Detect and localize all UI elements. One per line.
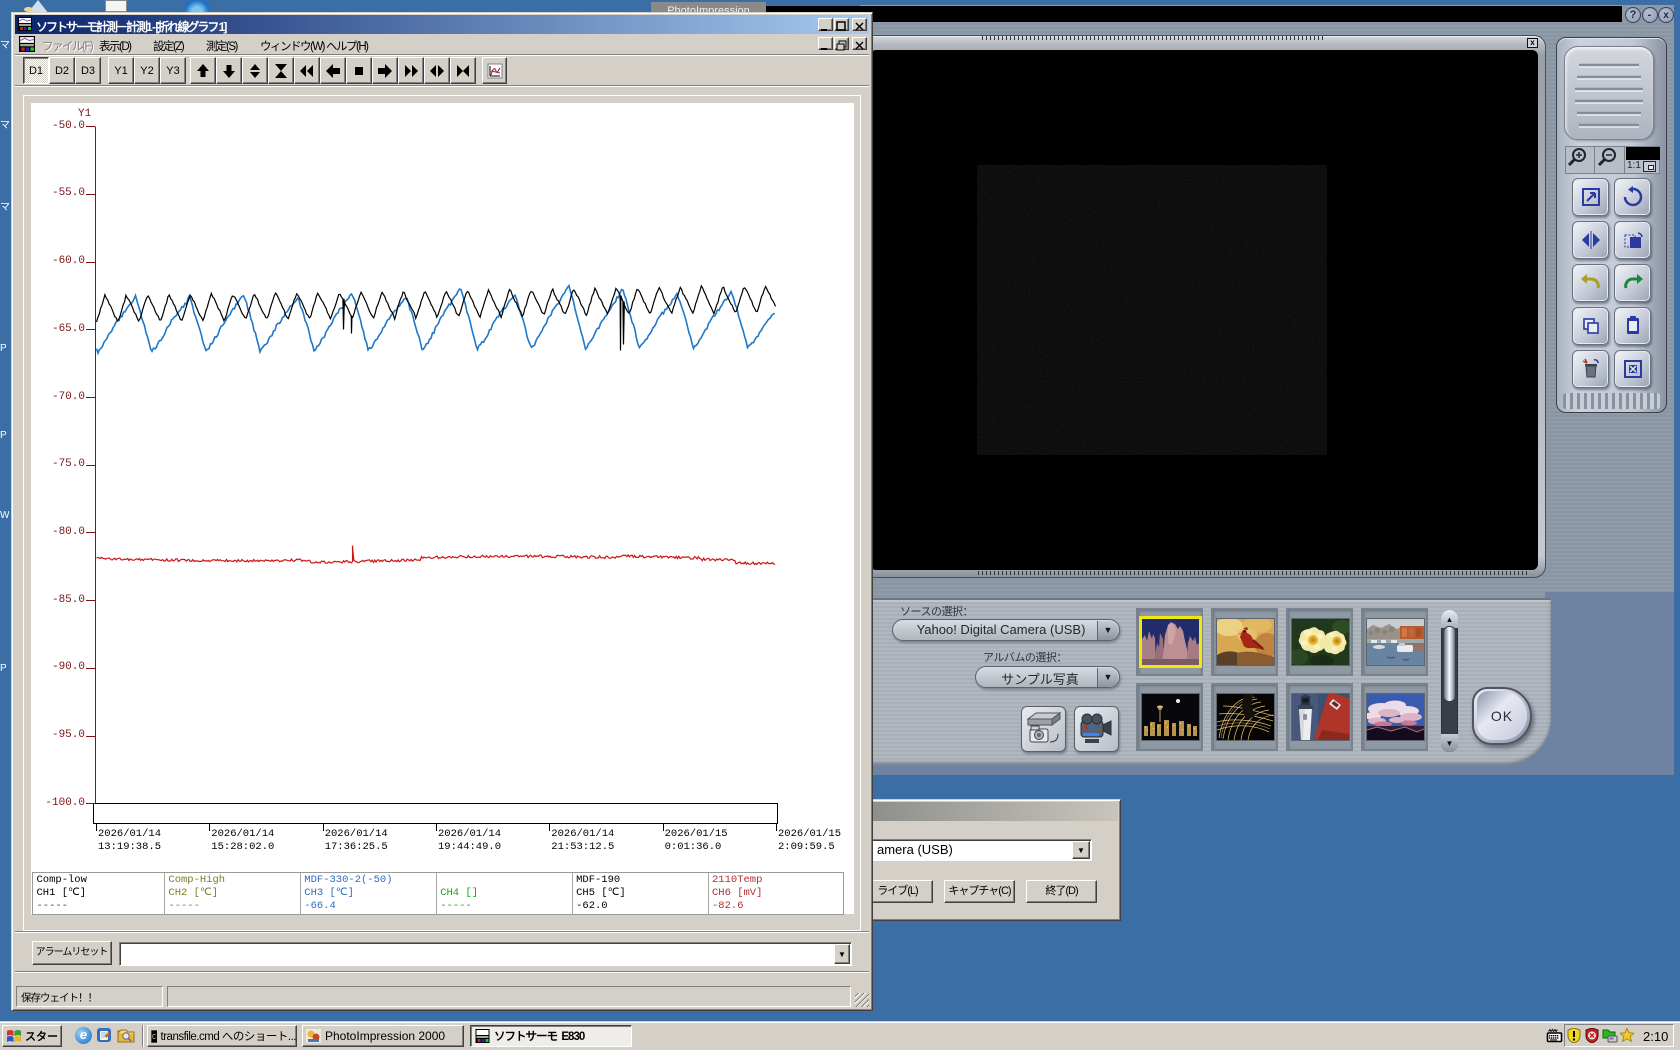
- svg-text:C:\: C:\: [152, 1034, 157, 1042]
